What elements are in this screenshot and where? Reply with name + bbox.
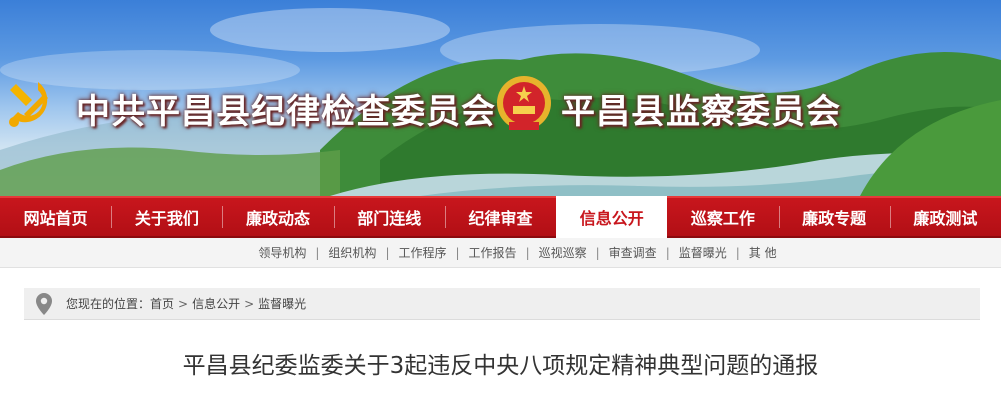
national-emblem-icon bbox=[497, 76, 551, 130]
breadcrumb-home[interactable]: 首页 bbox=[150, 295, 174, 312]
subnav-item-exposure[interactable]: 监督曝光 bbox=[679, 244, 727, 261]
subnav-item-procedures[interactable]: 工作程序 bbox=[398, 244, 446, 261]
header-banner: 中共平昌县纪律检查委员会 平昌县监察委员会 bbox=[0, 0, 1001, 196]
org-title-left: 中共平昌县纪律检查委员会 bbox=[76, 92, 496, 132]
location-pin-icon bbox=[36, 292, 52, 315]
subnav-separator: | bbox=[735, 245, 740, 260]
breadcrumb-separator: > bbox=[244, 296, 255, 311]
subnav-separator: | bbox=[525, 245, 530, 260]
party-emblem-icon bbox=[9, 82, 48, 127]
org-title-right: 平昌县监察委员会 bbox=[561, 92, 841, 132]
subnav-item-reports[interactable]: 工作报告 bbox=[469, 244, 517, 261]
subnav-item-leadership[interactable]: 领导机构 bbox=[258, 244, 306, 261]
subnav-separator: | bbox=[315, 245, 320, 260]
main-nav: 网站首页 关于我们 廉政动态 部门连线 纪律审查 信息公开 巡察工作 廉政专题 … bbox=[0, 196, 1001, 238]
breadcrumb-prefix: 您现在的位置： bbox=[66, 297, 151, 311]
nav-item-department-links[interactable]: 部门连线 bbox=[333, 198, 445, 236]
subnav-separator: | bbox=[665, 245, 670, 260]
nav-item-about[interactable]: 关于我们 bbox=[111, 198, 222, 236]
subnav-separator: | bbox=[595, 245, 600, 260]
sub-nav: 领导机构 | 组织机构 | 工作程序 | 工作报告 | 巡视巡察 | 审查调查 … bbox=[0, 238, 1001, 268]
subnav-separator: | bbox=[385, 245, 390, 260]
nav-item-integrity-news[interactable]: 廉政动态 bbox=[222, 198, 333, 236]
subnav-item-organization[interactable]: 组织机构 bbox=[328, 244, 376, 261]
breadcrumb-info-disclosure[interactable]: 信息公开 bbox=[192, 295, 240, 312]
nav-item-info-disclosure[interactable]: 信息公开 bbox=[556, 196, 668, 238]
nav-item-home[interactable]: 网站首页 bbox=[0, 198, 111, 236]
nav-item-discipline-review[interactable]: 纪律审查 bbox=[444, 198, 556, 236]
subnav-separator: | bbox=[455, 245, 460, 260]
breadcrumb-separator: > bbox=[178, 296, 189, 311]
breadcrumb: 您现在的位置： 首页 > 信息公开 > 监督曝光 bbox=[24, 288, 980, 320]
subnav-item-other[interactable]: 其 他 bbox=[749, 244, 777, 261]
nav-item-inspection-work[interactable]: 巡察工作 bbox=[667, 198, 778, 236]
subnav-item-review-investigation[interactable]: 审查调查 bbox=[609, 244, 657, 261]
nav-item-integrity-topics[interactable]: 廉政专题 bbox=[778, 198, 890, 236]
breadcrumb-exposure[interactable]: 监督曝光 bbox=[258, 295, 306, 312]
subnav-item-inspection-tour[interactable]: 巡视巡察 bbox=[539, 244, 587, 261]
article-title: 平昌县纪委监委关于3起违反中央八项规定精神典型问题的通报 bbox=[182, 353, 819, 379]
nav-item-integrity-test[interactable]: 廉政测试 bbox=[889, 198, 1001, 236]
